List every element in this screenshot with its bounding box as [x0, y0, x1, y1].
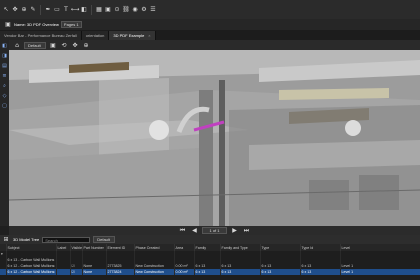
rotate-icon[interactable]: ⟲	[60, 41, 68, 49]
tab-3d-pdf-example[interactable]: 3D PDF Example ×	[109, 31, 156, 40]
column-header[interactable]: Type Id	[300, 244, 341, 251]
table-cell: Level 1	[340, 269, 420, 275]
layers-icon[interactable]: ◧	[80, 6, 88, 14]
prev-page-icon[interactable]: ◀	[190, 227, 198, 235]
menu-icon[interactable]: ☰	[149, 6, 157, 14]
camera-icon[interactable]: ◉	[131, 6, 139, 14]
column-header[interactable]: Family and Type	[220, 244, 261, 251]
column-header[interactable]: Visible	[70, 244, 83, 251]
search-icon[interactable]: ⌕	[1, 82, 8, 89]
layers-icon[interactable]: ◧	[1, 42, 8, 49]
stamp-icon[interactable]: ⊙	[113, 6, 121, 14]
document-name: Name: 3D PDF Overview	[14, 22, 59, 27]
cube-icon[interactable]: ▣	[104, 6, 112, 14]
3d-model-scene	[9, 50, 420, 226]
last-page-icon[interactable]: ⏭	[243, 227, 251, 235]
pointer-icon[interactable]: ↖	[2, 6, 10, 14]
document-icon: ▣	[5, 21, 11, 28]
table-cell: 6 x 13	[220, 269, 261, 275]
table-cell: ☑	[70, 269, 83, 275]
model-tree-table: Subject Label Visible Part Number Element ID…	[0, 244, 420, 275]
settings-icon[interactable]: ⚙	[140, 6, 148, 14]
panel-title: 3D Model Tree	[13, 237, 40, 242]
table-cell	[56, 269, 71, 275]
thumbnails-icon[interactable]: ▤	[1, 62, 8, 69]
measure-icon[interactable]: ⟷	[71, 6, 80, 14]
first-page-icon[interactable]: ⏮	[178, 227, 186, 235]
3d-viewport[interactable]	[9, 50, 420, 226]
main-toolbar: ↖ ✥ ⊕ ✎ ✒ ▭ T ⟷ ◧ ▦ ▣ ⊙ ⛓ ◉ ⚙ ☰	[0, 0, 420, 19]
pan-icon[interactable]: ✥	[71, 41, 79, 49]
toolbar-separator	[40, 4, 41, 15]
tab-orientation[interactable]: orientation	[81, 31, 110, 40]
column-header[interactable]: Family	[194, 244, 221, 251]
toolbar-separator	[91, 4, 92, 15]
tab-label: orientation	[85, 33, 105, 38]
markup-icon[interactable]: ✎	[29, 6, 37, 14]
pen-icon[interactable]: ✒	[44, 6, 52, 14]
column-header[interactable]: Area	[174, 244, 195, 251]
table-cell: 6 x 13	[260, 269, 301, 275]
table-cell: 2773824	[106, 269, 135, 275]
page-field[interactable]: Pages 1	[60, 21, 82, 28]
home-icon[interactable]: ⌂	[13, 41, 21, 49]
column-header[interactable]: Part Number	[82, 244, 107, 251]
tab-bar: Vendor Bar - Performance Bureau Zerfall …	[0, 30, 420, 40]
column-header[interactable]: Level	[340, 244, 420, 251]
grid-icon[interactable]: ▦	[95, 6, 103, 14]
table-cell: 6 x 13	[300, 269, 341, 275]
table-cell: 6 x 12 - Carbon Wall Mullions: 10 373824	[6, 269, 57, 275]
table-header: Subject Label Visible Part Number Element ID…	[0, 244, 420, 251]
view-mode-select[interactable]: Default	[24, 41, 46, 49]
tab-label: Vendor Bar - Performance Bureau Zerfall	[4, 33, 77, 38]
document-bar: ▣ Name: 3D PDF Overview Pages 1	[0, 19, 420, 30]
tree-icon: ⊞	[3, 236, 9, 243]
table-cell: 0.00 m²	[174, 269, 195, 275]
column-header[interactable]: Type	[260, 244, 301, 251]
cube-icon[interactable]: ▢	[1, 102, 8, 109]
tab-vendor-bar[interactable]: Vendor Bar - Performance Bureau Zerfall	[0, 31, 82, 40]
zoom-icon[interactable]: ⊕	[82, 41, 90, 49]
properties-icon[interactable]: ≡	[1, 72, 8, 79]
bookmark-icon[interactable]: ◨	[1, 52, 8, 59]
measure-icon[interactable]: ◇	[1, 92, 8, 99]
view-select[interactable]: Default	[93, 236, 116, 243]
text-icon[interactable]: T	[62, 6, 70, 14]
pan-icon[interactable]: ✥	[11, 6, 19, 14]
table-body: ▾ 6 x 13 - Carbon Wall Mullions 6 x 12 - C…	[0, 251, 420, 275]
search-input[interactable]: Search	[42, 236, 91, 243]
zoom-icon[interactable]: ⊕	[20, 6, 28, 14]
column-header[interactable]: Subject	[6, 244, 57, 251]
column-header[interactable]: Label	[56, 244, 71, 251]
view-toolbar: ⌂ Default ▣ ⟲ ✥ ⊕	[9, 40, 420, 50]
panel-header: ⊞ 3D Model Tree Search Default	[0, 235, 420, 244]
table-row[interactable]: 6 x 12 - Carbon Wall Mullions: 10 373824…	[0, 269, 420, 275]
column-header[interactable]: Element ID	[106, 244, 135, 251]
shape-icon[interactable]: ▭	[53, 6, 61, 14]
close-icon[interactable]: ×	[148, 33, 150, 38]
next-page-icon[interactable]: ▶	[231, 227, 239, 235]
tab-label: 3D PDF Example	[113, 33, 145, 38]
cube-icon[interactable]: ▣	[49, 41, 57, 49]
table-cell: 6 x 13	[194, 269, 221, 275]
page-indicator[interactable]: 1 of 1	[202, 227, 227, 234]
page-navigation: ⏮ ◀ 1 of 1 ▶ ⏭	[9, 226, 420, 235]
left-sidebar: ◧ ◨ ▤ ≡ ⌕ ◇ ▢	[0, 40, 9, 226]
model-tree-panel: ⊞ 3D Model Tree Search Default Subject La…	[0, 235, 420, 280]
table-cell: None	[82, 269, 107, 275]
column-header[interactable]: Phase Created	[134, 244, 175, 251]
link-icon[interactable]: ⛓	[122, 6, 130, 14]
table-cell: New Construction	[134, 269, 175, 275]
